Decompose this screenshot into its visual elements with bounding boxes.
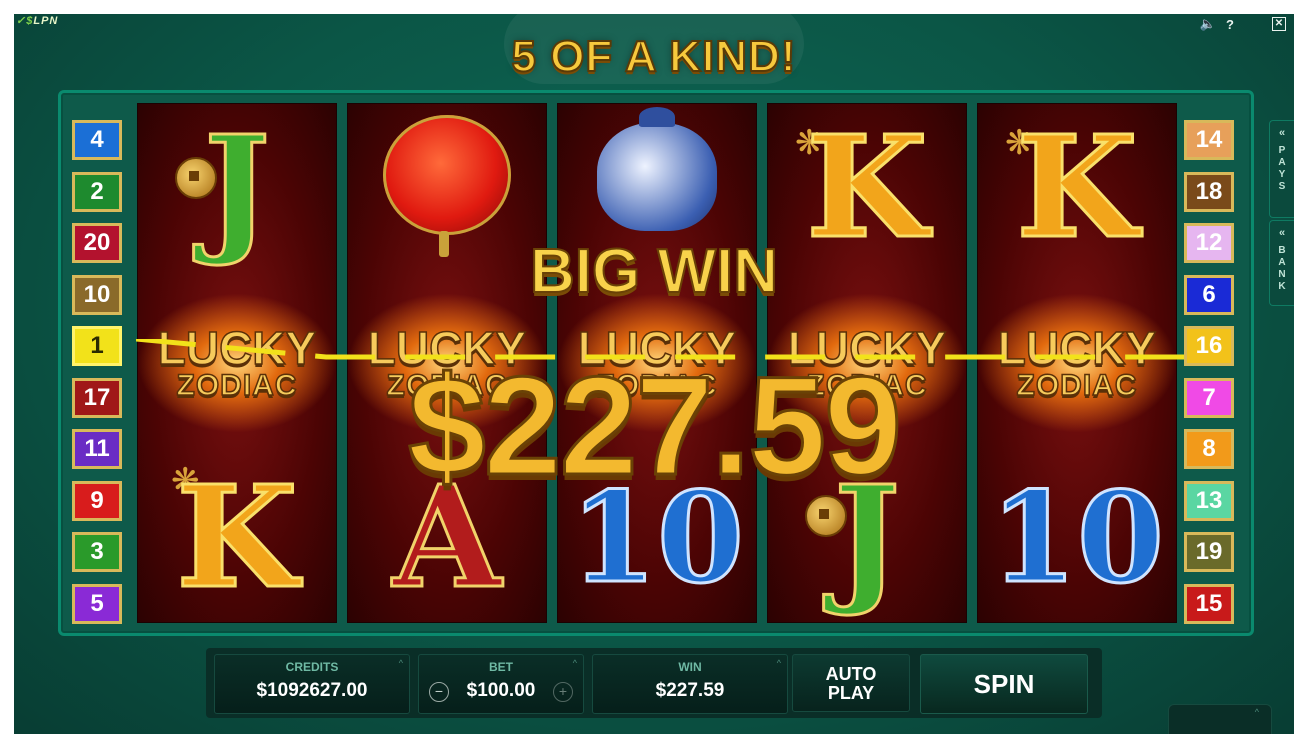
bet-label: BET [489,660,513,674]
payline-indicator[interactable]: 5 [72,583,122,624]
bank-tab[interactable]: « BANK [1269,220,1294,306]
win-panel: WIN $227.59 ^ [592,654,788,714]
chevron-left-icon: « [1278,127,1286,139]
close-button[interactable]: ✕ [1272,17,1286,31]
payline-indicator[interactable]: 4 [72,120,122,160]
expand-tab[interactable]: ^ [1168,704,1272,734]
caret-up-icon[interactable]: ^ [399,658,403,668]
payline-indicator[interactable]: 2 [72,171,122,212]
caret-up-icon: ^ [1254,707,1259,717]
control-bar: CREDITS $1092627.00 ^ BET $100.00 − + ^ … [206,648,1102,718]
autoplay-button[interactable]: AUTO PLAY [792,654,910,712]
win-value: $227.59 [655,680,725,701]
payline-indicator[interactable]: 18 [1184,171,1234,212]
credits-value: $1092627.00 [256,680,368,701]
payline-indicator[interactable]: 19 [1184,532,1234,572]
payline-indicator[interactable]: 14 [1184,120,1234,160]
vase-shape [597,107,717,231]
headline-text: 5 OF A KIND! [511,31,797,82]
bet-panel: BET $100.00 − + ^ [418,654,584,714]
pays-tab-label: PAYS [1278,145,1286,192]
bet-increase-button[interactable]: + [553,682,573,702]
credits-label: CREDITS [285,660,339,674]
win-label: WIN [678,660,702,674]
payline-indicator[interactable]: 3 [72,532,122,572]
bank-tab-label: BANK [1278,245,1286,292]
chevron-left-icon: « [1278,227,1286,239]
credits-panel: CREDITS $1092627.00 ^ [214,654,410,714]
game-frame: ✓$LPN 🔈 ? ✕ 5 OF A KIND! J LUCKY ZODIAC … [14,14,1294,734]
autoplay-line2: PLAY [827,683,875,703]
bet-decrease-button[interactable]: − [429,682,449,702]
caret-up-icon[interactable]: ^ [573,658,577,668]
payline-indicator[interactable]: 15 [1184,583,1234,624]
spin-button[interactable]: SPIN [920,654,1088,714]
pays-tab[interactable]: « PAYS [1269,120,1294,218]
big-win-amount: $227.59 [406,347,903,504]
big-win-title: BIG WIN [529,236,779,307]
caret-up-icon[interactable]: ^ [777,658,781,668]
speaker-icon[interactable]: 🔈 [1200,16,1216,32]
top-controls: 🔈 ? ✕ [1200,16,1286,32]
help-button[interactable]: ? [1226,17,1234,32]
lantern-shape [383,115,511,257]
brand-text: LPN [33,15,59,27]
autoplay-line1: AUTO [825,664,877,684]
brand-logo: ✓$LPN [16,14,58,27]
brand-prefix: ✓$ [16,15,34,27]
